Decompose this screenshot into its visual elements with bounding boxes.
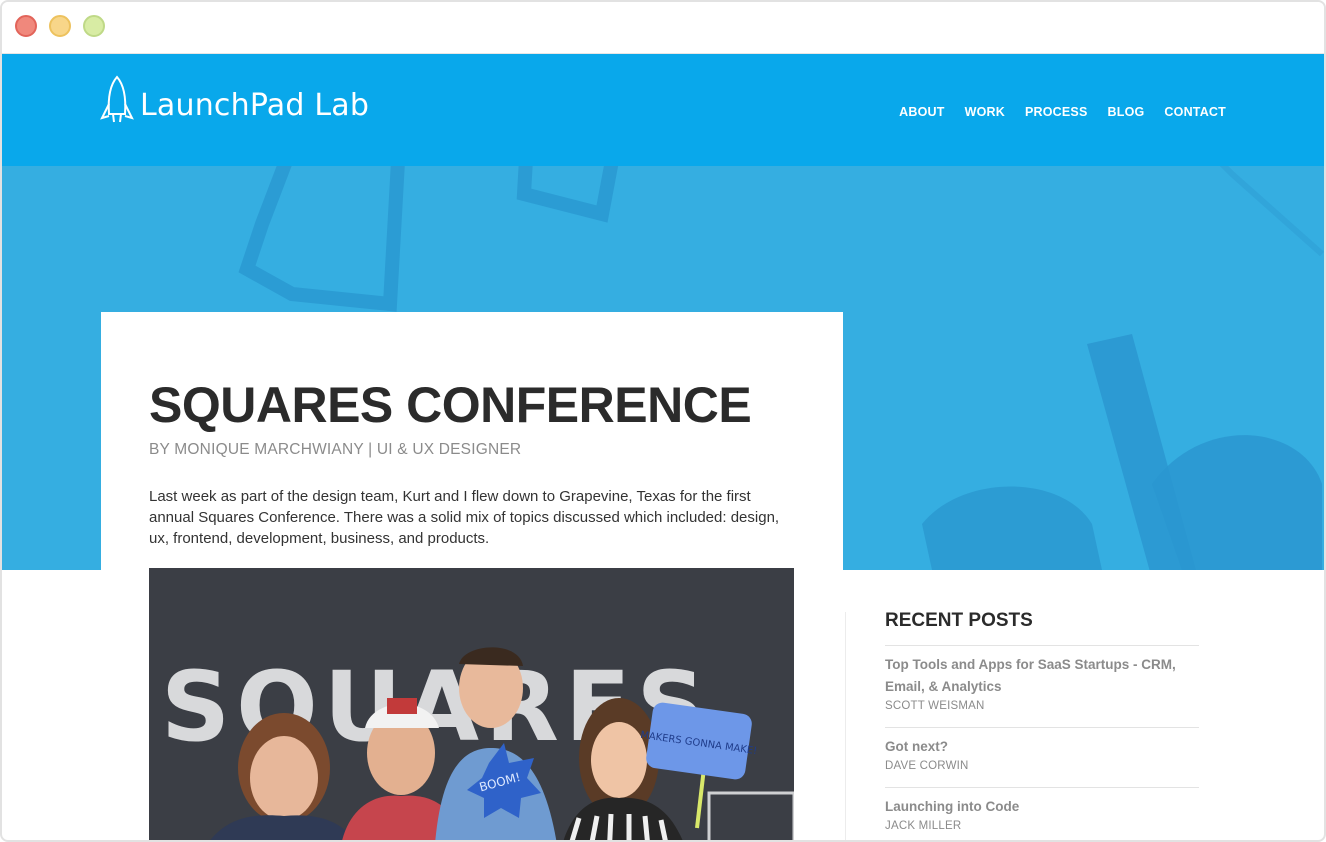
recent-post-title[interactable]: Launching into Code (885, 796, 1199, 818)
article-intro: Last week as part of the design team, Ku… (149, 488, 780, 547)
close-window-button[interactable] (15, 15, 37, 37)
recent-post-title[interactable]: Top Tools and Apps for SaaS Startups - C… (885, 654, 1199, 698)
recent-post-item[interactable]: Launching into Code JACK MILLER (885, 787, 1199, 832)
window-titlebar (2, 2, 1324, 54)
recent-post-author: SCOTT WEISMAN (885, 700, 985, 712)
brand-logo[interactable]: LaunchPad Lab (100, 74, 369, 128)
rocket-icon (100, 75, 134, 123)
minimize-window-button[interactable] (49, 15, 71, 37)
conference-photo-illustration: SQUARES BOOM! MAKERS GONNA MAKE! (149, 568, 794, 840)
top-navigation-bar: LaunchPad Lab ABOUT WORK PROCESS BLOG CO… (2, 54, 1324, 166)
nav-blog[interactable]: BLOG (1108, 105, 1145, 119)
browser-window: LaunchPad Lab ABOUT WORK PROCESS BLOG CO… (0, 0, 1326, 842)
recent-post-author: DAVE CORWIN (885, 760, 969, 772)
article-card: SQUARES CONFERENCE BY MONIQUE MARCHWIANY… (101, 312, 843, 840)
nav-work[interactable]: WORK (965, 105, 1005, 119)
recent-post-item[interactable]: Got next? DAVE CORWIN (885, 727, 1199, 772)
page-title: SQUARES CONFERENCE (149, 377, 752, 433)
sidebar-divider (845, 612, 846, 840)
article-byline: BY MONIQUE MARCHWIANY | UI & UX DESIGNER (149, 441, 522, 458)
nav-about[interactable]: ABOUT (899, 105, 944, 119)
brand-name: LaunchPad Lab (140, 87, 370, 123)
nav-process[interactable]: PROCESS (1025, 105, 1088, 119)
main-nav: ABOUT WORK PROCESS BLOG CONTACT (899, 105, 1226, 119)
recent-posts-heading: RECENT POSTS (885, 610, 1033, 631)
recent-post-author: JACK MILLER (885, 820, 962, 832)
maximize-window-button[interactable] (83, 15, 105, 37)
recent-post-item[interactable]: Top Tools and Apps for SaaS Startups - C… (885, 645, 1199, 712)
recent-post-title[interactable]: Got next? (885, 736, 1199, 758)
article-photo: SQUARES BOOM! MAKERS GONNA MAKE! (149, 568, 794, 840)
sidebar: RECENT POSTS Top Tools and Apps for SaaS… (845, 600, 1205, 840)
nav-contact[interactable]: CONTACT (1164, 105, 1226, 119)
